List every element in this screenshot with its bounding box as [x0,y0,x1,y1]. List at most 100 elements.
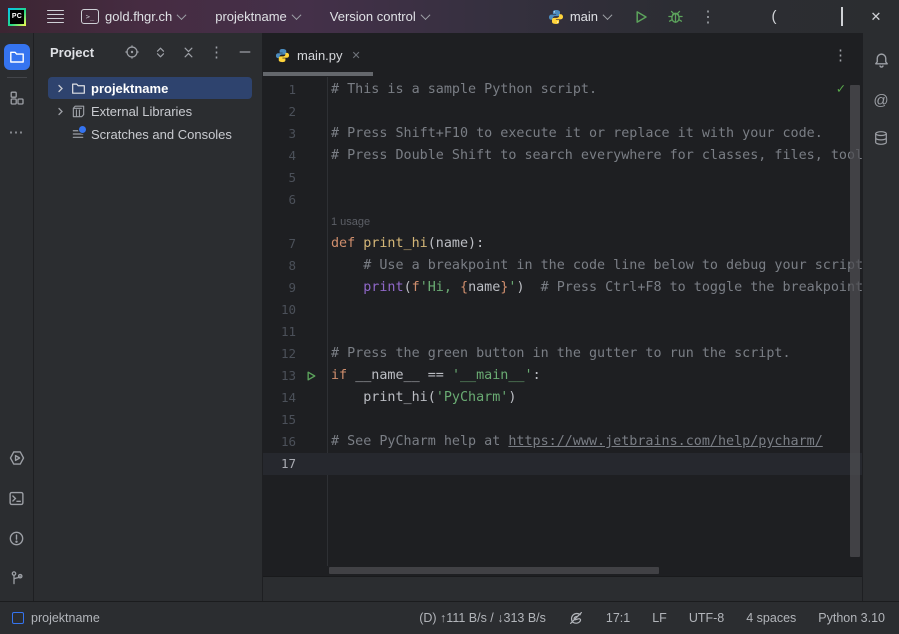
right-tool-stripe: @ [862,33,899,601]
code-editor[interactable]: 1# This is a sample Python script.23# Pr… [263,77,862,576]
scratches-icon [68,127,88,142]
host-selector[interactable]: >_ gold.fhgr.ch [81,9,185,24]
expand-all-icon[interactable] [153,45,168,60]
window-maximize-button[interactable] [825,8,859,25]
vertical-scrollbar[interactable] [850,85,860,557]
caret-position[interactable]: 17:1 [606,611,630,625]
code-text [326,453,331,475]
project-name: projektname [215,9,287,24]
code-line[interactable]: 9 print(f'Hi, {name}') # Press Ctrl+F8 t… [263,277,862,299]
indent-style[interactable]: 4 spaces [746,611,796,625]
code-text: def print_hi(name): [326,233,484,255]
code-text [326,299,331,321]
status-project-name: projektname [31,611,100,625]
code-line[interactable]: 1 usage [263,211,862,233]
tab-close-icon[interactable]: ✕ [352,49,361,62]
inspection-ok-icon[interactable]: ✓ [837,81,845,97]
pycharm-logo-icon: PC [8,8,26,26]
main-menu-icon[interactable] [47,10,64,24]
code-line[interactable]: 17 [263,453,862,475]
gutter [296,299,326,321]
structure-tool-icon[interactable] [4,85,30,111]
project-status-icon [12,612,24,624]
code-line[interactable]: 13if __name__ == '__main__': [263,365,862,387]
gutter [296,145,326,167]
code-text: 1 usage [326,211,370,233]
line-number: 3 [263,123,296,145]
usage-inlay-hint[interactable]: 1 usage [331,216,370,228]
more-tool-windows-icon[interactable]: ⋯ [4,119,30,145]
tree-item-label: Scratches and Consoles [91,127,232,142]
gutter [296,211,326,233]
network-stats[interactable]: (D) ↑111 B/s / ↓313 B/s [419,611,546,625]
python-interpreter[interactable]: Python 3.10 [818,611,885,625]
tab-main-py[interactable]: main.py ✕ [263,33,373,77]
project-tool-icon[interactable] [4,44,30,70]
code-line[interactable]: 14 print_hi('PyCharm') [263,387,862,409]
code-text: print(f'Hi, {name}') # Press Ctrl+F8 to … [326,277,862,299]
highlighting-level-icon[interactable] [568,610,584,626]
database-icon[interactable] [868,125,894,151]
code-line[interactable]: 5 [263,167,862,189]
hide-panel-icon[interactable] [238,45,252,59]
notifications-icon[interactable] [868,47,894,73]
line-separator[interactable]: LF [652,611,667,625]
code-text: # Press Double Shift to search everywher… [326,145,862,167]
code-line[interactable]: 8 # Use a breakpoint in the code line be… [263,255,862,277]
status-bar: projektname (D) ↑111 B/s / ↓313 B/s 17:1… [0,601,899,634]
line-number: 2 [263,101,296,123]
file-encoding[interactable]: UTF-8 [689,611,724,625]
terminal-tool-icon[interactable] [4,485,30,511]
vcs-label: Version control [330,9,416,24]
horizontal-scrollbar[interactable] [329,567,659,574]
gutter [296,255,326,277]
tree-item-external-libraries[interactable]: External Libraries [48,100,252,122]
line-number: 8 [263,255,296,277]
project-tree: projektname External Libraries [34,71,262,146]
run-config-selector[interactable]: main [548,9,611,25]
services-tool-icon[interactable] [4,445,30,471]
chevron-down-icon [603,10,613,20]
code-line[interactable]: 16# See PyCharm help at https://www.jetb… [263,431,862,453]
chevron-right-icon[interactable] [52,106,68,117]
line-number [263,211,296,233]
editor-options-icon[interactable]: ⋮ [833,46,848,64]
line-number: 17 [263,453,296,475]
code-line[interactable]: 11 [263,321,862,343]
window-shade-button[interactable]: ( [757,8,791,25]
run-button[interactable] [633,9,649,25]
panel-options-icon[interactable]: ⋮ [209,43,225,61]
code-line[interactable]: 2 [263,101,862,123]
project-selector[interactable]: projektname [215,9,300,24]
status-project-widget[interactable]: projektname [12,611,100,625]
code-line[interactable]: 6 [263,189,862,211]
tree-item-label: projektname [91,81,168,96]
locate-file-icon[interactable] [124,44,140,60]
run-gutter-icon[interactable] [296,365,326,387]
ai-assistant-icon[interactable]: @ [868,87,894,113]
library-icon [68,104,88,119]
gutter [296,189,326,211]
chevron-down-icon [420,10,430,20]
code-line[interactable]: 7def print_hi(name): [263,233,862,255]
code-text [326,167,331,189]
window-close-button[interactable]: ✕ [859,9,893,25]
problems-tool-icon[interactable] [4,525,30,551]
code-line[interactable]: 10 [263,299,862,321]
tree-item-scratches[interactable]: Scratches and Consoles [48,123,252,145]
code-line[interactable]: 12# Press the green button in the gutter… [263,343,862,365]
project-panel-title: Project [50,45,94,60]
version-control-tool-icon[interactable] [4,565,30,591]
debug-button[interactable] [667,8,684,25]
code-line[interactable]: 4# Press Double Shift to search everywhe… [263,145,862,167]
code-line[interactable]: 15 [263,409,862,431]
collapse-all-icon[interactable] [181,45,196,60]
tree-item-projektname[interactable]: projektname [48,77,252,99]
more-actions-icon[interactable]: ⋮ [700,7,717,27]
tab-label: main.py [297,48,343,63]
gutter [296,343,326,365]
code-line[interactable]: 3# Press Shift+F10 to execute it or repl… [263,123,862,145]
chevron-right-icon[interactable] [52,83,68,94]
vcs-widget[interactable]: Version control [330,9,429,24]
code-line[interactable]: 1# This is a sample Python script. [263,79,862,101]
